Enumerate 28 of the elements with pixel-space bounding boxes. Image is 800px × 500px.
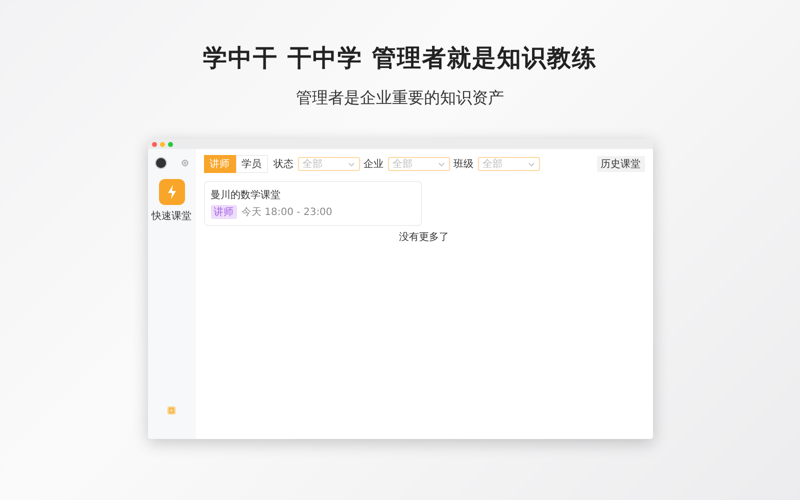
settings-icon[interactable] — [180, 159, 188, 167]
quick-class-label: 快速课堂 — [152, 210, 192, 223]
clipboard-icon[interactable] — [167, 406, 176, 415]
class-time: 今天 18:00 - 23:00 — [242, 206, 332, 219]
role-tag: 讲师 — [210, 205, 236, 219]
history-button[interactable]: 历史课堂 — [596, 156, 644, 172]
chevron-down-icon — [528, 162, 534, 166]
filter-label: 班级 — [454, 158, 474, 171]
zoom-button[interactable] — [168, 142, 172, 146]
tab[interactable]: 学员 — [236, 155, 268, 173]
chevron-down-icon — [348, 162, 354, 166]
class-card[interactable]: 曼川的数学课堂 讲师 今天 18:00 - 23:00 — [204, 181, 422, 226]
filter-label: 状态 — [274, 158, 294, 171]
end-note: 没有更多了 — [399, 231, 449, 244]
quick-class-button[interactable] — [158, 179, 184, 205]
filter-select[interactable]: 全部 — [388, 157, 450, 171]
headline: 学中干 干中学 管理者就是知识教练 — [203, 43, 597, 74]
filter-select[interactable]: 全部 — [298, 157, 360, 171]
avatar[interactable] — [154, 157, 166, 169]
filter-select[interactable]: 全部 — [478, 157, 540, 171]
close-button[interactable] — [152, 142, 156, 146]
lightning-icon — [166, 185, 176, 199]
tab[interactable]: 讲师 — [204, 155, 236, 173]
minimize-button[interactable] — [160, 142, 164, 146]
class-title: 曼川的数学课堂 — [210, 188, 282, 202]
filter-label: 企业 — [364, 158, 384, 171]
subheadline: 管理者是企业重要的知识资产 — [296, 88, 504, 109]
chevron-down-icon — [438, 162, 444, 166]
